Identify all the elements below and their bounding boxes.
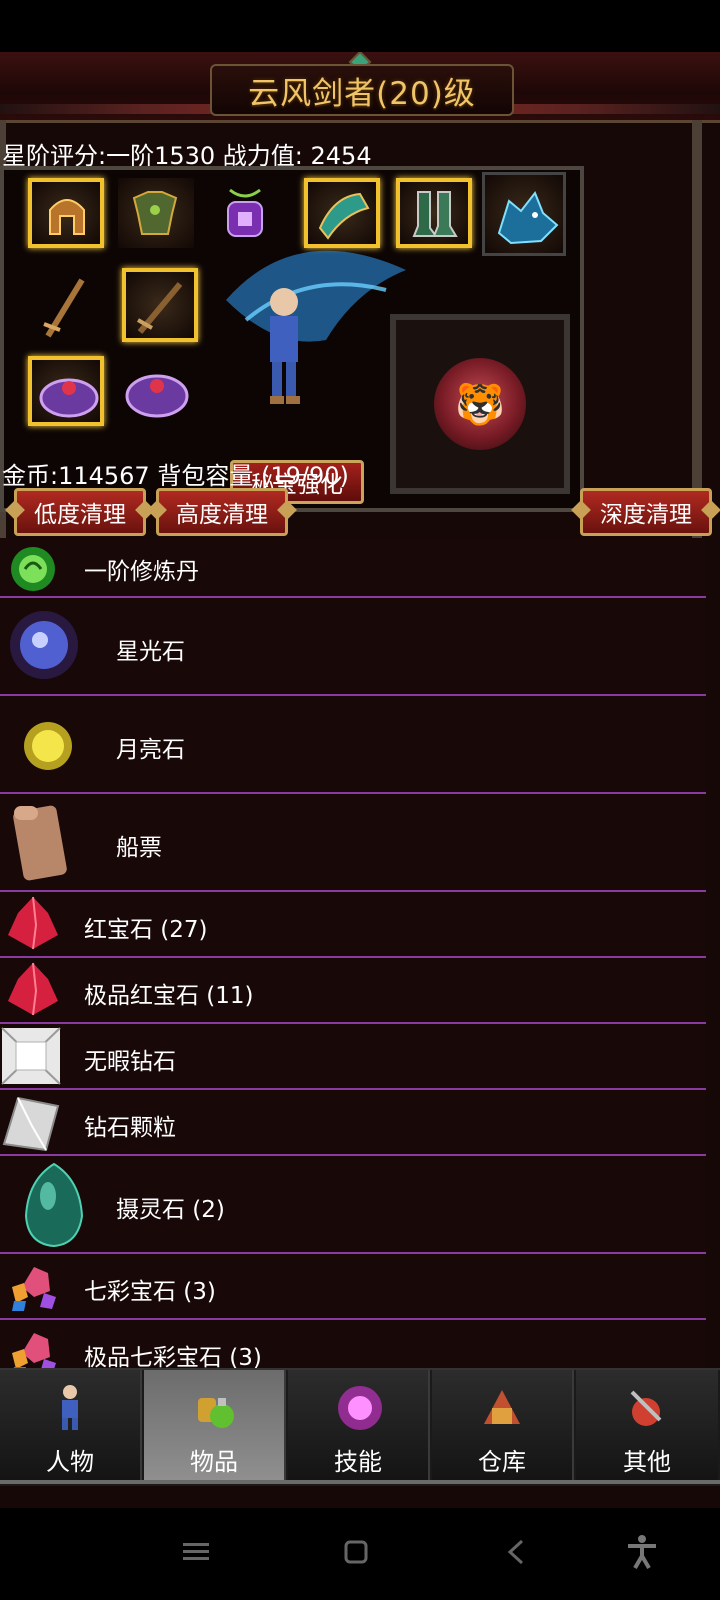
list-item[interactable]: 红宝石 (27) (0, 892, 706, 958)
item-name: 无暇钻石 (84, 1049, 176, 1075)
item-name: 摄灵石 (2) (116, 1197, 225, 1223)
back-icon[interactable] (494, 1530, 538, 1574)
game-screen: 云风剑者(20)级 星阶评分:一阶1530 战力值: 2454 🐯 秘宝强化 金… (0, 52, 720, 1508)
tab-label: 物品 (190, 1448, 238, 1476)
list-item[interactable]: 摄灵石 (2) (0, 1156, 706, 1254)
item-name: 极品七彩宝石 (3) (84, 1345, 262, 1371)
item-name: 月亮石 (116, 737, 185, 763)
list-item[interactable]: 极品红宝石 (11) (0, 958, 706, 1024)
system-nav-bar (0, 1508, 720, 1600)
accessibility-icon[interactable] (620, 1530, 664, 1574)
sword-icon (137, 282, 183, 334)
slot-pet[interactable] (482, 172, 566, 256)
item-name: 极品红宝石 (11) (84, 983, 254, 1009)
starlight-stone-icon (4, 602, 84, 688)
list-item[interactable]: 一阶修炼丹 (0, 538, 706, 598)
list-item[interactable]: 七彩宝石 (3) (0, 1254, 706, 1320)
item-name: 星光石 (116, 639, 185, 665)
character-icon (46, 1384, 94, 1432)
header: 云风剑者(20)级 (0, 52, 720, 123)
slot-ring-2[interactable] (116, 356, 192, 426)
tab-warehouse[interactable]: 仓库 (432, 1370, 574, 1480)
gold-and-bag-capacity: 金币:114567 背包容量 (19/90) (2, 462, 349, 490)
tab-skills[interactable]: 技能 (288, 1370, 430, 1480)
armor-icon (132, 191, 178, 235)
slot-weapon-2[interactable] (122, 268, 198, 342)
tab-character[interactable]: 人物 (0, 1370, 142, 1480)
wolf-icon (497, 191, 559, 245)
tab-bar-divider (0, 1480, 720, 1484)
list-item[interactable]: 月亮石 (0, 696, 706, 794)
status-bar (0, 0, 720, 52)
slot-armor[interactable] (118, 178, 194, 248)
home-icon[interactable] (334, 1530, 378, 1574)
bottom-tab-bar: 人物 物品 技能 仓库 其他 (0, 1368, 720, 1486)
menu-icon[interactable] (174, 1530, 218, 1574)
list-item[interactable]: 钻石颗粒 (0, 1090, 706, 1156)
slot-helmet[interactable] (28, 178, 104, 248)
diamond-icon (0, 1026, 62, 1086)
list-item[interactable]: 星光石 (0, 598, 706, 696)
tab-label: 其他 (623, 1448, 671, 1476)
rainbow-gem-icon (4, 1258, 62, 1312)
deep-clean-button[interactable]: 深度清理 (580, 488, 712, 536)
other-icon (622, 1384, 670, 1432)
tab-label: 技能 (334, 1448, 382, 1476)
sword-icon (43, 278, 85, 338)
helmet-icon (49, 199, 85, 235)
tiger-icon: 🐯 (434, 358, 526, 450)
item-name: 钻石颗粒 (84, 1115, 176, 1141)
inventory-list: 一阶修炼丹 星光石 月亮石 船票 红宝石 (27) 极品红宝石 (11) 无暇钻… (0, 538, 706, 1386)
slot-mount[interactable]: 🐯 (390, 314, 570, 494)
slot-ring-1[interactable] (28, 356, 104, 426)
ring-icon (125, 374, 189, 418)
slot-weapon-1[interactable] (28, 268, 104, 338)
soul-stone-icon (18, 1160, 90, 1250)
scroll-icon (4, 798, 84, 884)
character-avatar (216, 230, 416, 450)
low-clean-button[interactable]: 低度清理 (14, 488, 146, 536)
ruby-icon (4, 962, 62, 1016)
green-orb-icon (4, 542, 62, 596)
tab-label: 仓库 (478, 1448, 526, 1476)
ruby-icon (4, 896, 62, 950)
skill-icon (334, 1384, 382, 1432)
tab-label: 人物 (46, 1448, 94, 1476)
character-title: 云风剑者(20)级 (248, 75, 476, 112)
potion-icon (190, 1384, 238, 1432)
item-name: 一阶修炼丹 (84, 559, 199, 585)
moonstone-icon (4, 700, 84, 786)
title-plate: 云风剑者(20)级 (210, 64, 514, 116)
ring-icon (39, 378, 99, 418)
character-icon (226, 250, 406, 404)
list-item[interactable]: 无暇钻石 (0, 1024, 706, 1090)
tab-other[interactable]: 其他 (576, 1370, 718, 1480)
item-name: 红宝石 (27) (84, 917, 208, 943)
diamond-shard-icon (0, 1092, 62, 1152)
high-clean-button[interactable]: 高度清理 (156, 488, 288, 536)
item-name: 船票 (116, 835, 162, 861)
warehouse-icon (478, 1384, 526, 1432)
tab-items[interactable]: 物品 (144, 1370, 286, 1480)
item-name: 七彩宝石 (3) (84, 1279, 216, 1305)
list-item[interactable]: 船票 (0, 794, 706, 892)
